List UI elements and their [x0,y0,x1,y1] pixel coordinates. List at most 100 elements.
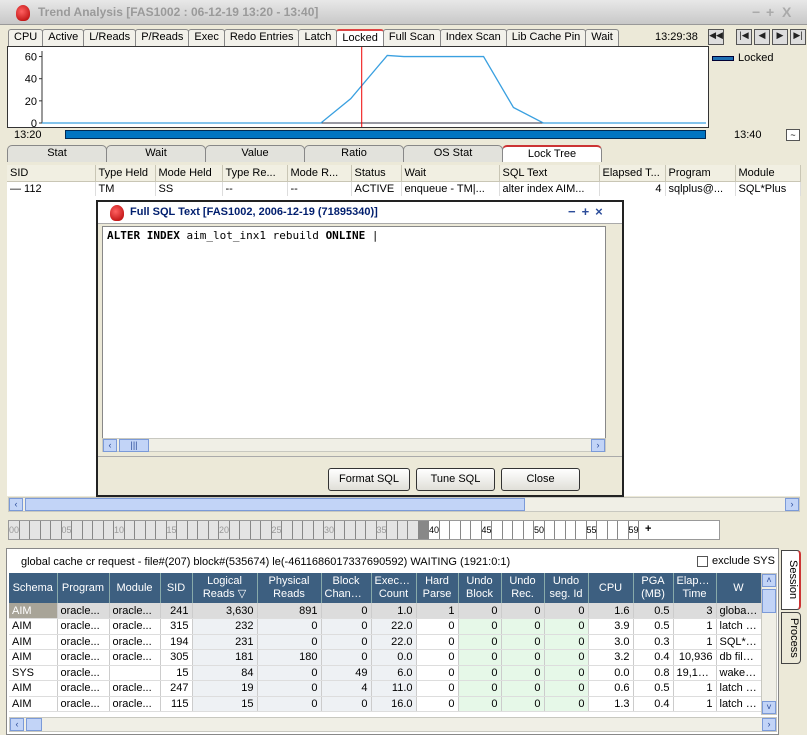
scroll-left-button[interactable]: ‹ [103,439,117,452]
column-header[interactable]: CPU [588,573,634,603]
minute-cell[interactable] [156,521,167,539]
table-row[interactable]: AIM oracle... oracle... 247 19 0 4 11.0 0 0 0 0 0.6 0… [9,680,762,697]
minute-cell[interactable] [208,521,219,539]
minute-cell[interactable]: 20 [219,521,230,539]
column-header[interactable]: Type Re... [222,165,288,182]
minute-cell[interactable] [250,521,261,539]
minute-cell[interactable] [503,521,513,539]
column-header[interactable]: Block Changes [321,573,372,603]
column-header[interactable]: Logical Reads ▽ [192,573,258,603]
column-header[interactable]: Module [735,165,801,182]
minute-cell[interactable] [303,521,314,539]
table-row[interactable]: SYS oracle... 15 84 0 49 6.0 0 0 0 0 0.0 0.8 19,10...… [9,665,762,681]
sql-text-area[interactable]: ALTER INDEX aim_lot_inx1 rebuild ONLINE … [102,226,606,452]
tab-ratio[interactable]: Ratio [304,145,404,162]
scroll-right-button[interactable]: › [762,718,776,731]
minute-cell[interactable] [187,521,198,539]
trend-toggle-icon[interactable]: ~ [786,129,800,141]
tab-lock-tree[interactable]: Lock Tree [502,145,602,162]
minute-cell[interactable] [19,521,30,539]
minute-cell[interactable] [492,521,503,539]
column-header[interactable]: Undo Rec. [501,573,545,603]
minute-cell[interactable] [387,521,398,539]
tab-latch[interactable]: Latch [298,29,338,46]
table-row[interactable]: — 112 TM SS -- -- ACTIVE enqueue - TM|... alter… [7,181,801,196]
table-row[interactable]: AIM oracle... oracle... 305 181 180 0 0.0 0 0 0 0 3.… [9,649,762,666]
column-header[interactable]: Module [109,573,161,603]
tab-stat[interactable]: Stat [7,145,107,162]
column-header[interactable]: Program [57,573,110,603]
minute-cell[interactable] [355,521,366,539]
scroll-thumb[interactable] [762,589,776,613]
scroll-left-button[interactable]: ‹ [9,498,23,511]
tab-wait[interactable]: Wait [585,29,619,46]
minimize-button[interactable]: − [752,4,760,20]
minute-cell[interactable] [51,521,62,539]
minute-cell[interactable] [240,521,251,539]
minute-cell[interactable] [292,521,303,539]
column-header[interactable]: Undo Block [458,573,502,603]
minute-cell[interactable] [408,521,419,539]
tab-os-stat[interactable]: OS Stat [403,145,503,162]
column-header[interactable]: Status [351,165,402,182]
minute-cell[interactable] [618,521,629,539]
table-row[interactable]: AIM oracle... oracle... 115 15 0 0 16.0 0 0 0 0 1.3 0… [9,696,762,712]
minute-cell[interactable] [576,521,587,539]
minute-cell[interactable]: 15 [166,521,177,539]
column-header[interactable]: W [716,573,762,603]
scroll-up-button[interactable]: ˄ [762,574,776,587]
minute-cell[interactable] [461,521,471,539]
dialog-window-controls[interactable]: −+× [568,204,609,219]
column-header[interactable]: SQL Text [499,165,600,182]
session-vertical-scrollbar[interactable]: ˄ ˅ [761,573,777,715]
minute-cell[interactable] [555,521,566,539]
minute-cell[interactable] [597,521,608,539]
minute-cell[interactable] [40,521,51,539]
minute-cell[interactable]: 30 [324,521,335,539]
scroll-thumb[interactable] [25,498,525,511]
minute-cell[interactable]: 25 [271,521,282,539]
close-dialog-button[interactable]: Close [501,468,580,491]
tab-cpu[interactable]: CPU [8,29,44,46]
tab-l-reads[interactable]: L/Reads [83,29,137,46]
rewind-button[interactable]: ◀◀ [708,29,724,45]
scroll-thumb[interactable]: ||| [119,439,149,452]
minute-timeline[interactable]: 00 05 10 15 20 25 30 35 40 45 50 55 59 + [8,520,720,540]
minute-cell[interactable] [124,521,135,539]
time-range-bar[interactable] [65,130,706,139]
minute-cell[interactable] [103,521,114,539]
column-header[interactable]: SID [160,573,193,603]
minute-cell[interactable]: 50 [534,521,545,539]
column-header[interactable]: Type Held [95,165,156,182]
column-header[interactable]: Mode Held [155,165,223,182]
column-header[interactable]: Elapsed Time [673,573,717,603]
tab-index-scan[interactable]: Index Scan [439,29,507,46]
exclude-sys-checkbox[interactable]: exclude SYS [697,555,775,567]
scroll-left-button[interactable]: ‹ [10,718,24,731]
minute-cell[interactable] [524,521,534,539]
tab-lib-cache-pin[interactable]: Lib Cache Pin [505,29,587,46]
column-header[interactable]: PGA (MB) [633,573,674,603]
minute-cell[interactable] [135,521,146,539]
minute-cell[interactable] [450,521,461,539]
table-row[interactable]: AIM oracle... oracle... 315 232 0 0 22.0 0 0 0 0 3.9… [9,618,762,635]
next-button[interactable]: ▶ [772,29,788,45]
tab-redo-entries[interactable]: Redo Entries [223,29,300,46]
minute-cell[interactable] [418,521,429,539]
maximize-button[interactable]: + [766,4,774,20]
column-header[interactable]: SID [7,165,96,182]
minute-cell[interactable] [313,521,324,539]
minute-cell[interactable] [513,521,524,539]
minute-cell[interactable] [282,521,293,539]
scroll-right-button[interactable]: › [591,439,605,452]
column-header[interactable]: Execute Count [371,573,417,603]
tab-active[interactable]: Active [42,29,85,46]
table-row[interactable]: AIM oracle... oracle... 241 3,630 891 0 1.0 1 0 0 0… [9,603,762,619]
minute-cell[interactable]: 59 [629,521,639,539]
minute-cell[interactable] [545,521,555,539]
minute-cell[interactable] [397,521,408,539]
sql-horizontal-scrollbar[interactable]: ‹ ||| › [102,438,606,452]
tab-p-reads[interactable]: P/Reads [135,29,190,46]
minute-cell[interactable] [198,521,209,539]
minute-cell[interactable] [471,521,482,539]
